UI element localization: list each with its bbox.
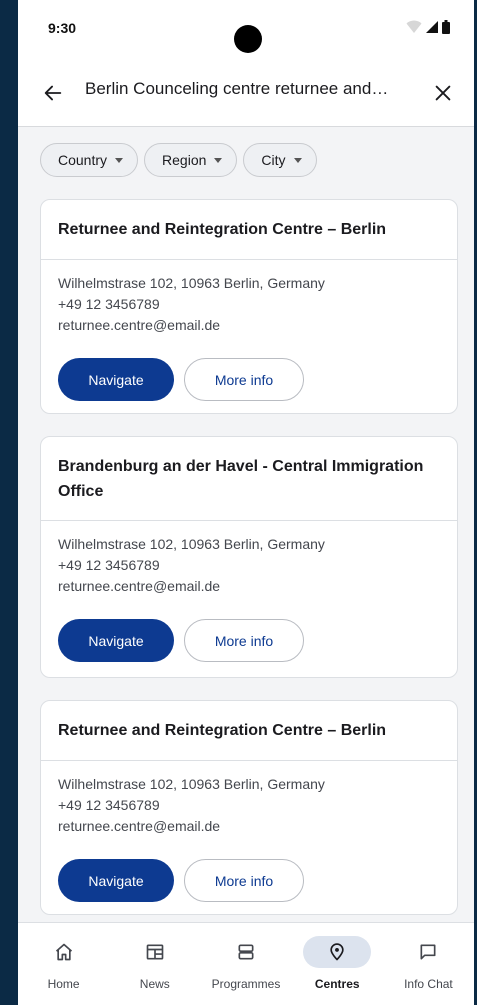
news-icon (146, 944, 164, 960)
filter-chip-label: Region (162, 152, 207, 168)
centre-card: Returnee and Reintegration Centre – Berl… (40, 199, 458, 414)
centre-email: returnee.centre@email.de (58, 818, 221, 834)
nav-label: News (139, 977, 170, 991)
chevron-down-icon (115, 157, 124, 163)
navigate-button[interactable]: Navigate (58, 859, 174, 902)
card-body: Wilhelmstrase 102, 10963 Berlin, Germany… (41, 260, 457, 401)
nav-icon-container (30, 936, 98, 968)
system-icons (406, 20, 450, 34)
chevron-down-icon (214, 157, 223, 163)
centre-address: Wilhelmstrase 102, 10963 Berlin, Germany (58, 536, 325, 552)
centre-title: Brandenburg an der Havel - Central Immig… (58, 457, 424, 500)
close-icon[interactable] (432, 82, 454, 104)
back-arrow-icon[interactable] (42, 82, 64, 104)
nav-icon-container (303, 936, 372, 968)
more-info-button[interactable]: More info (184, 859, 304, 902)
filter-chips: Country Region City (40, 143, 317, 177)
battery-icon (442, 20, 450, 34)
nav-item-home[interactable]: Home (18, 923, 109, 1005)
page-title: Berlin Counceling centre returnee and… (85, 79, 389, 98)
centre-address: Wilhelmstrase 102, 10963 Berlin, Germany (58, 275, 325, 291)
card-body: Wilhelmstrase 102, 10963 Berlin, Germany… (41, 521, 457, 662)
more-info-button[interactable]: More info (184, 619, 304, 662)
navigate-button[interactable]: Navigate (58, 619, 174, 662)
chat-icon (420, 944, 436, 960)
nav-item-info-chat[interactable]: Info Chat (383, 923, 474, 1005)
navigate-button[interactable]: Navigate (58, 358, 174, 401)
app-bar: Berlin Counceling centre returnee and… (18, 60, 474, 127)
card-actions: Navigate More info (58, 358, 440, 401)
camera-cutout (234, 25, 262, 53)
nav-label: Info Chat (404, 977, 453, 991)
centre-card: Returnee and Reintegration Centre – Berl… (40, 700, 458, 915)
centre-email: returnee.centre@email.de (58, 317, 221, 333)
signal-icon (426, 21, 438, 33)
card-actions: Navigate More info (58, 859, 440, 902)
home-icon (55, 943, 72, 961)
nav-item-programmes[interactable]: Programmes (200, 923, 291, 1005)
chevron-down-icon (293, 157, 302, 163)
filter-region-dropdown[interactable]: Region (144, 143, 238, 177)
centre-phone: +49 12 3456789 (58, 797, 160, 813)
card-header: Returnee and Reintegration Centre – Berl… (41, 701, 457, 761)
programmes-icon (238, 944, 254, 960)
filter-chip-label: Country (58, 152, 108, 168)
nav-icon-container (212, 936, 280, 968)
status-bar: 9:30 (18, 0, 474, 60)
nav-label: Centres (314, 977, 360, 991)
nav-label: Programmes (211, 977, 281, 991)
nav-item-news[interactable]: News (109, 923, 200, 1005)
card-actions: Navigate More info (58, 619, 440, 662)
nav-item-centres[interactable]: Centres (292, 923, 383, 1005)
filter-city-dropdown[interactable]: City (243, 143, 317, 177)
centre-phone: +49 12 3456789 (58, 296, 160, 312)
status-time: 9:30 (48, 20, 77, 36)
location-pin-icon (330, 943, 344, 961)
centre-email: returnee.centre@email.de (58, 578, 221, 594)
card-header: Returnee and Reintegration Centre – Berl… (41, 200, 457, 260)
phone-screen: 9:30 Berlin Counceling centre returnee a… (18, 0, 474, 1005)
card-body: Wilhelmstrase 102, 10963 Berlin, Germany… (41, 761, 457, 902)
nav-label: Home (47, 977, 80, 991)
bottom-navigation: Home News Programmes Centres Info Chat (18, 922, 474, 1005)
nav-icon-container (121, 936, 189, 968)
filter-chip-label: City (261, 152, 286, 168)
card-header: Brandenburg an der Havel - Central Immig… (41, 437, 457, 521)
wifi-icon (406, 20, 422, 33)
centre-title: Returnee and Reintegration Centre – Berl… (58, 221, 387, 238)
more-info-button[interactable]: More info (184, 358, 304, 401)
filter-country-dropdown[interactable]: Country (40, 143, 139, 177)
centre-title: Returnee and Reintegration Centre – Berl… (58, 722, 387, 739)
centre-card: Brandenburg an der Havel - Central Immig… (40, 436, 458, 678)
centre-phone: +49 12 3456789 (58, 557, 160, 573)
centre-address: Wilhelmstrase 102, 10963 Berlin, Germany (58, 776, 325, 792)
nav-icon-container (394, 936, 462, 968)
